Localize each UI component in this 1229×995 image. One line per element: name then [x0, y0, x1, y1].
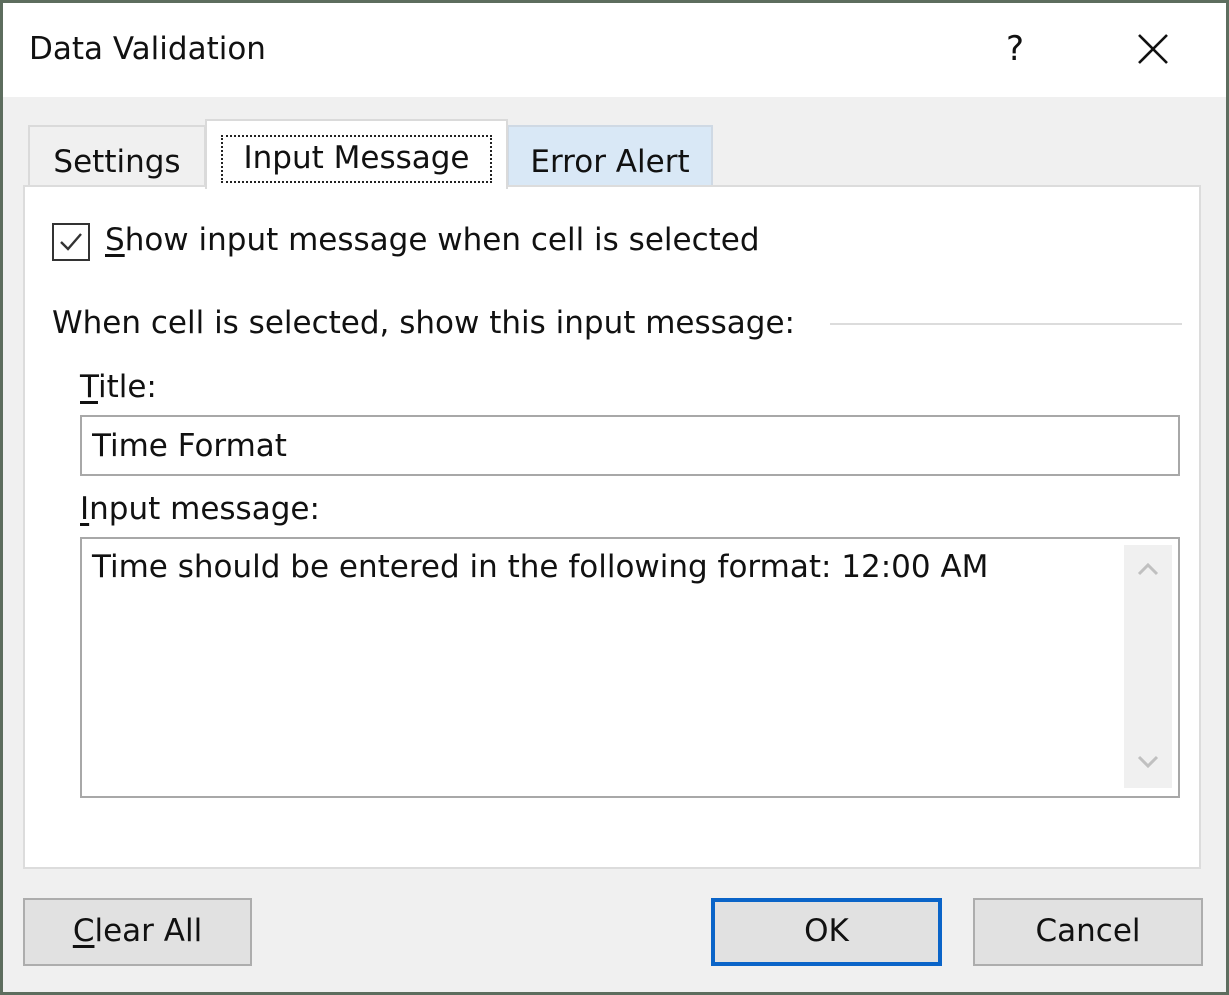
clear-all-button[interactable]: Clear All [23, 898, 252, 966]
accel-key: C [72, 913, 95, 949]
show-input-message-label[interactable]: Show input message when cell is selected [105, 222, 760, 258]
data-validation-dialog: Data Validation ? Settings Input Message… [3, 3, 1226, 992]
accel-key: S [105, 222, 125, 258]
accel-key: T [80, 369, 98, 405]
title-label: Title: [80, 369, 157, 405]
group-label: When cell is selected, show this input m… [52, 305, 806, 341]
cancel-button[interactable]: Cancel [973, 898, 1203, 966]
ok-button[interactable]: OK [711, 898, 942, 966]
tab-error-alert[interactable]: Error Alert [507, 125, 713, 187]
label-text: how input message when cell is selected [124, 222, 760, 258]
close-button[interactable] [1125, 21, 1181, 77]
show-input-message-checkbox[interactable] [52, 223, 90, 261]
chevron-up-icon [1137, 562, 1159, 576]
input-message-textarea[interactable]: Time should be entered in the following … [80, 537, 1180, 798]
checkmark-icon [60, 233, 82, 251]
tab-settings[interactable]: Settings [28, 125, 206, 187]
vertical-scrollbar[interactable] [1124, 545, 1172, 788]
input-message-text[interactable]: Time should be entered in the following … [92, 549, 1112, 585]
input-message-panel: Show input message when cell is selected… [23, 185, 1201, 869]
chevron-down-icon [1137, 755, 1159, 769]
accel-key: I [80, 491, 90, 527]
dialog-title: Data Validation [29, 31, 266, 67]
title-bar: Data Validation ? [3, 3, 1226, 97]
scroll-up-button[interactable] [1124, 545, 1172, 595]
button-label: lear All [94, 913, 203, 949]
input-message-label: Input message: [80, 491, 320, 527]
close-icon [1138, 34, 1168, 64]
scroll-down-button[interactable] [1124, 738, 1172, 788]
help-button[interactable]: ? [993, 23, 1037, 75]
group-divider [830, 323, 1182, 325]
tab-input-message[interactable]: Input Message [205, 119, 508, 189]
title-input[interactable] [80, 415, 1180, 476]
label-text: nput message: [89, 491, 320, 527]
tab-input-message-label: Input Message [221, 135, 492, 183]
label-text: itle: [97, 369, 157, 405]
